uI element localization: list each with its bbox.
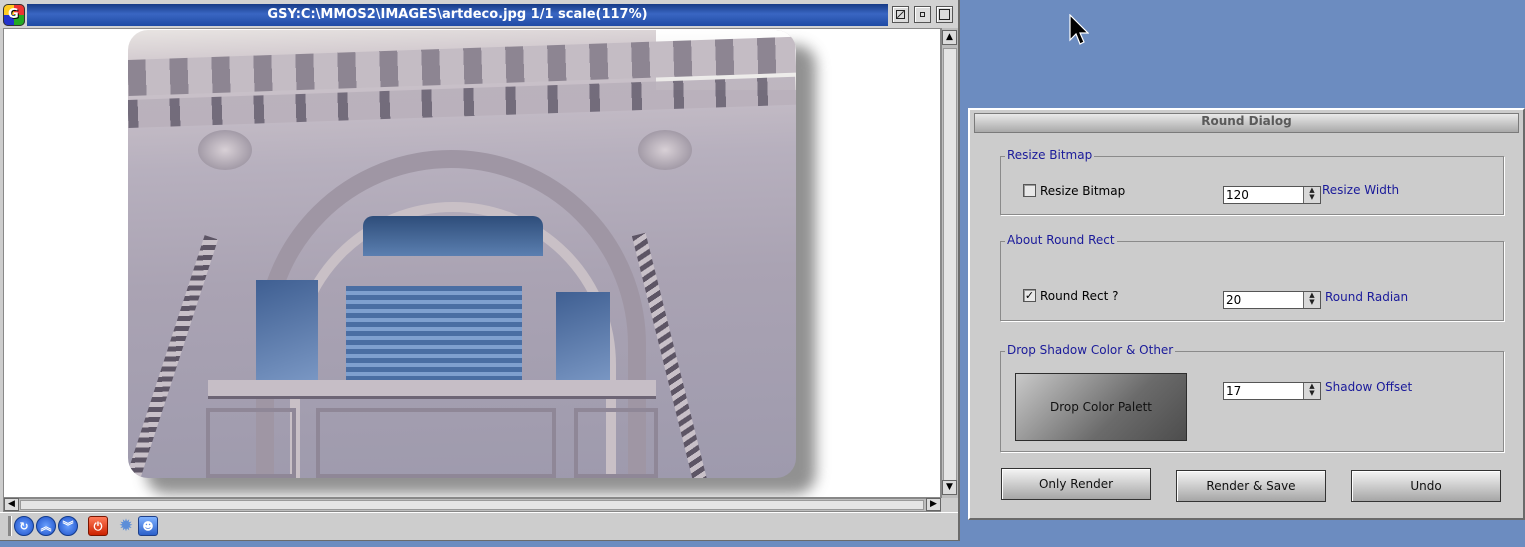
resize-width-input[interactable] <box>1224 187 1304 203</box>
vertical-scroll-thumb[interactable] <box>943 48 957 486</box>
shadow-offset-label: Shadow Offset <box>1325 380 1413 394</box>
gear-icon[interactable]: ✹ <box>116 516 136 536</box>
checkbox-label: Round Rect ? <box>1040 288 1119 303</box>
scroll-left-arrow-icon[interactable]: ◀ <box>4 498 19 511</box>
round-radian-spinner[interactable]: ▲▼ <box>1223 291 1321 309</box>
horizontal-scroll-thumb[interactable] <box>20 500 924 510</box>
hide-window-icon[interactable] <box>892 6 909 23</box>
scroll-up-arrow-icon[interactable]: ▲ <box>942 30 957 45</box>
scroll-down-arrow-icon[interactable]: ▼ <box>942 480 957 495</box>
launcher-bar: ↻ ︽ ︾ ⏻ ✹ ☻ <box>0 512 958 540</box>
spin-arrows-icon[interactable]: ▲ ▼ <box>1303 383 1320 399</box>
image-canvas[interactable] <box>3 28 941 498</box>
round-radian-label: Round Radian <box>1325 290 1409 304</box>
dialog-title[interactable]: Round Dialog <box>974 113 1519 133</box>
app-icon[interactable]: G <box>3 4 25 26</box>
round-dialog: Round Dialog Resize Bitmap Resize Bitmap… <box>968 108 1525 520</box>
resize-width-label: Resize Width <box>1322 183 1400 197</box>
only-render-button[interactable]: Only Render <box>1001 468 1151 500</box>
viewer-titlebar[interactable]: G GSY:C:\MMOS2\IMAGES\artdeco.jpg 1/1 sc… <box>0 0 958 28</box>
drop-shadow-group: Drop Shadow Color & Other Drop Color Pal… <box>1000 343 1504 452</box>
resize-bitmap-group: Resize Bitmap Resize Bitmap ▲▼ Resize Wi… <box>1000 148 1504 215</box>
resize-width-spinner[interactable]: ▲▼ <box>1223 186 1321 204</box>
round-radian-input[interactable] <box>1224 292 1304 308</box>
checkbox-box[interactable] <box>1023 184 1036 197</box>
minimize-window-icon[interactable] <box>914 6 931 23</box>
vertical-scrollbar[interactable]: ▲ ▼ <box>941 28 958 498</box>
group-label: Resize Bitmap <box>1005 148 1095 162</box>
scroll-right-arrow-icon[interactable]: ▶ <box>926 498 941 511</box>
bar-handle[interactable] <box>8 516 12 536</box>
agent-icon[interactable]: ☻ <box>138 516 158 536</box>
window-title: GSY:C:\MMOS2\IMAGES\artdeco.jpg 1/1 scal… <box>27 4 888 26</box>
shadow-offset-spinner[interactable]: ▲▼ <box>1223 382 1321 400</box>
artdeco-photo <box>128 30 796 478</box>
spin-arrows-icon[interactable]: ▲ ▼ <box>1303 292 1320 308</box>
checkbox-label: Resize Bitmap <box>1040 183 1126 198</box>
resize-bitmap-checkbox[interactable]: Resize Bitmap <box>1023 183 1125 199</box>
drop-color-palette-button[interactable]: Drop Color Palett <box>1015 373 1187 441</box>
spin-arrows-icon[interactable]: ▲ ▼ <box>1303 187 1320 203</box>
maximize-window-icon[interactable] <box>936 6 953 23</box>
group-label: About Round Rect <box>1005 233 1117 247</box>
scroll-down-icon[interactable]: ︾ <box>58 516 78 536</box>
undo-button[interactable]: Undo <box>1351 470 1501 502</box>
power-icon[interactable]: ⏻ <box>88 516 108 536</box>
mouse-cursor-icon <box>1069 14 1089 45</box>
scroll-up-icon[interactable]: ︽ <box>36 516 56 536</box>
round-rect-checkbox[interactable]: ✓ Round Rect ? <box>1023 288 1118 304</box>
back-icon[interactable]: ↻ <box>14 516 34 536</box>
render-save-button[interactable]: Render & Save <box>1176 470 1326 502</box>
round-rect-group: About Round Rect ✓ Round Rect ? ▲▼ Round … <box>1000 233 1504 321</box>
horizontal-scrollbar[interactable]: ◀ ▶ <box>3 498 941 512</box>
group-label: Drop Shadow Color & Other <box>1005 343 1176 357</box>
shadow-offset-input[interactable] <box>1224 383 1304 399</box>
image-viewer-window: G GSY:C:\MMOS2\IMAGES\artdeco.jpg 1/1 sc… <box>0 0 960 541</box>
checkbox-box[interactable]: ✓ <box>1023 289 1036 302</box>
